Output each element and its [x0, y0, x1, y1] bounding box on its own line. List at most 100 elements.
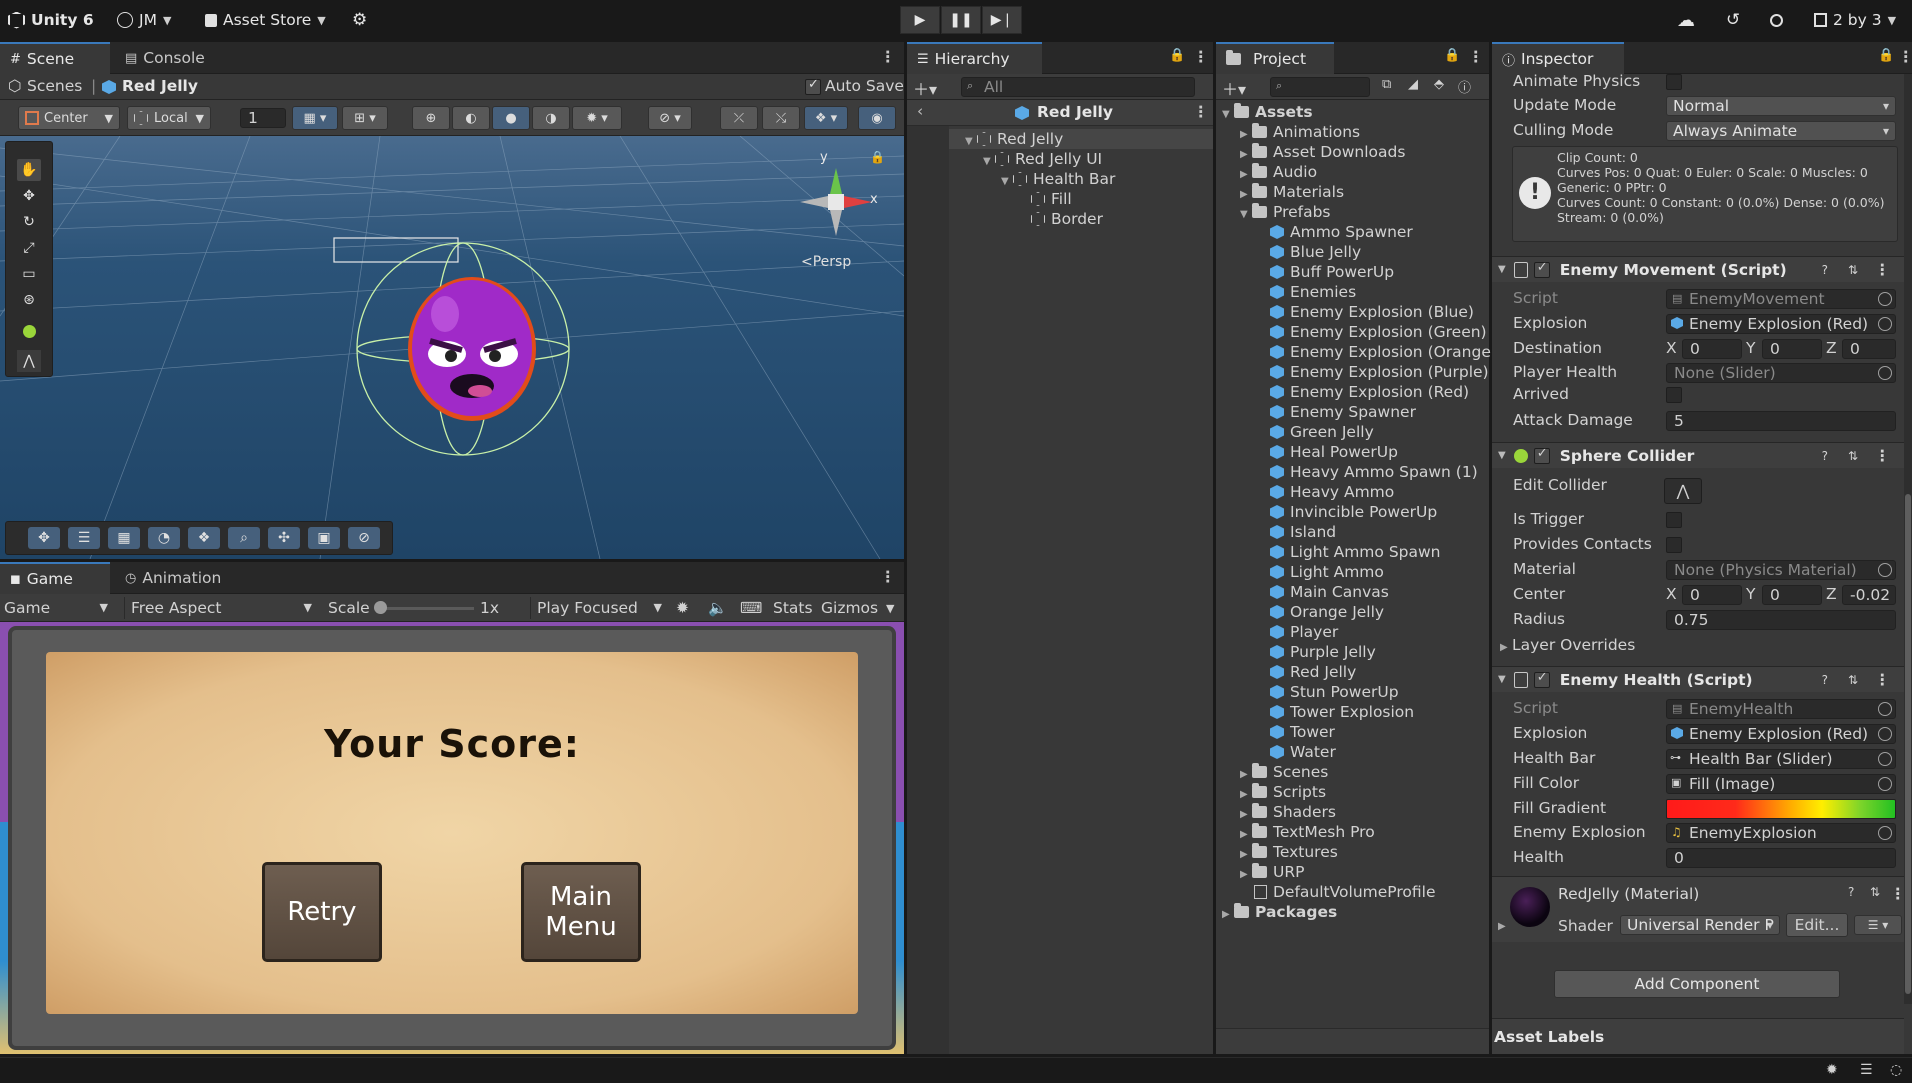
tab-inspector[interactable]: ⓘ Inspector: [1492, 42, 1624, 74]
explosion-field[interactable]: Enemy Explosion (Red): [1666, 724, 1896, 744]
move-handle-icon[interactable]: ✥: [28, 527, 60, 549]
hierarchy-item[interactable]: Border: [1031, 209, 1103, 229]
tag-icon[interactable]: ⬘: [1434, 77, 1444, 92]
material-field[interactable]: None (Physics Material): [1666, 560, 1896, 580]
prefab-item[interactable]: Player: [1270, 622, 1338, 642]
hierarchy-item[interactable]: Fill: [1031, 189, 1072, 209]
enemy-movement-header[interactable]: ▼ ✓ Enemy Movement (Script) ? ⇅ ⋮: [1492, 256, 1904, 282]
prefab-item[interactable]: Blue Jelly: [1270, 242, 1361, 262]
project-folder[interactable]: ▶ Textures: [1240, 842, 1338, 862]
more-icon[interactable]: ⋮: [1875, 447, 1891, 465]
breadcrumb-root[interactable]: Scenes: [27, 77, 82, 95]
animate-physics-checkbox[interactable]: [1666, 74, 1682, 90]
provides-contacts-checkbox[interactable]: [1666, 537, 1682, 553]
enabled-checkbox[interactable]: ✓: [1533, 260, 1550, 278]
tab-console[interactable]: ▤ Console: [115, 42, 215, 74]
debug-icon[interactable]: ✹: [1826, 1062, 1838, 1078]
unity-logo-menu[interactable]: Unity 6: [8, 8, 94, 32]
prefab-item[interactable]: Main Canvas: [1270, 582, 1389, 602]
mute-audio-icon[interactable]: 🔈: [708, 597, 727, 619]
project-folder[interactable]: ▶ Scripts: [1240, 782, 1326, 802]
project-folder-prefabs[interactable]: ▼ Prefabs: [1240, 202, 1331, 222]
tab-animation[interactable]: ◷ Animation: [115, 562, 235, 594]
enabled-checkbox[interactable]: ✓: [1533, 446, 1550, 464]
prefab-item[interactable]: Heavy Ammo: [1270, 482, 1394, 502]
is-trigger-checkbox[interactable]: [1666, 512, 1682, 528]
prefab-item[interactable]: Water: [1270, 742, 1336, 762]
prefab-item[interactable]: Orange Jelly: [1270, 602, 1384, 622]
prefab-item[interactable]: Island: [1270, 522, 1336, 542]
hand-tool-icon[interactable]: ✋: [17, 159, 41, 181]
edit-collider-button[interactable]: ⋀: [1664, 478, 1702, 504]
prefab-item[interactable]: Red Jelly: [1270, 662, 1356, 682]
destination-x[interactable]: 0: [1682, 339, 1742, 359]
zoom-icon[interactable]: ⌕: [228, 527, 260, 549]
search-button[interactable]: [1770, 8, 1783, 32]
history-button[interactable]: ↺: [1726, 8, 1740, 32]
object-picker-icon[interactable]: [1878, 563, 1892, 577]
tab-project[interactable]: Project: [1216, 42, 1334, 74]
add-icon[interactable]: ＋▾: [1222, 76, 1246, 100]
preset-icon[interactable]: ⇅: [1848, 263, 1858, 277]
prefab-item[interactable]: Heavy Ammo Spawn (1): [1270, 462, 1478, 482]
attack-damage-field[interactable]: 5: [1666, 411, 1896, 431]
prefab-item[interactable]: Light Ammo Spawn: [1270, 542, 1441, 562]
project-folder[interactable]: ▶ Materials: [1240, 182, 1344, 202]
scale-slider[interactable]: [376, 607, 474, 610]
lock-icon[interactable]: 🔒: [1444, 48, 1460, 63]
shader-dropdown[interactable]: Universal Render P: [1620, 915, 1780, 935]
health-field[interactable]: 0: [1666, 848, 1896, 868]
more-icon[interactable]: ⋮: [1890, 885, 1906, 903]
enabled-checkbox[interactable]: ✓: [1533, 670, 1550, 688]
scene-visibility-dropdown[interactable]: ⊘ ▾: [648, 106, 692, 130]
object-picker-icon[interactable]: [1878, 317, 1892, 331]
aspect-dropdown[interactable]: Free Aspect ▼: [124, 597, 316, 619]
search-by-type-icon[interactable]: ⧉: [1382, 77, 1391, 92]
game-viewport[interactable]: Your Score: Retry Main Menu: [0, 622, 904, 1054]
prefab-item[interactable]: Enemy Explosion (Red): [1270, 382, 1469, 402]
help-icon[interactable]: ?: [1822, 263, 1828, 277]
prefab-item[interactable]: Invincible PowerUp: [1270, 502, 1437, 522]
hierarchy-search-input[interactable]: All: [961, 77, 1195, 97]
project-asset[interactable]: DefaultVolumeProfile: [1254, 882, 1435, 902]
more-icon[interactable]: ⋮: [1193, 48, 1208, 66]
preset-icon[interactable]: ⇅: [1848, 449, 1858, 463]
prefab-item[interactable]: Purple Jelly: [1270, 642, 1376, 662]
account-dropdown[interactable]: JM ▼: [117, 8, 171, 32]
object-picker-icon[interactable]: [1878, 366, 1892, 380]
layer-overrides-foldout[interactable]: ▶ Layer Overrides: [1500, 635, 1635, 655]
scrollbar-thumb[interactable]: [1905, 494, 1911, 994]
prefab-item[interactable]: Enemy Explosion (Purple): [1270, 362, 1489, 382]
scale-slider-handle[interactable]: [374, 601, 387, 614]
help-icon[interactable]: ?: [1822, 449, 1828, 463]
prefab-item[interactable]: Heal PowerUp: [1270, 442, 1398, 462]
fill-color-field[interactable]: Fill (Image): [1666, 774, 1896, 794]
scene-viewport[interactable]: y x 🔒 <Persp ✋ ✥ ↻ ⤢ ▭ ⊛ ⋀ ✥ ☰ ▦ ◔ ❖ ⌕ ✣…: [0, 136, 904, 559]
project-folder[interactable]: ▶ Animations: [1240, 122, 1360, 142]
lock-icon[interactable]: 🔒: [1878, 48, 1894, 63]
cloud-button[interactable]: ☁: [1677, 8, 1695, 32]
shader-options-dropdown[interactable]: ☰ ▾: [1854, 915, 1902, 935]
edit-collider-tool-icon[interactable]: ⋀: [17, 350, 41, 372]
center-z[interactable]: -0.02: [1842, 585, 1896, 605]
progress-icon[interactable]: ◌: [1890, 1062, 1902, 1078]
help-icon[interactable]: ?: [1822, 673, 1828, 687]
display-dropdown[interactable]: Game ▼: [4, 597, 112, 619]
pan-icon[interactable]: ✣: [268, 527, 300, 549]
more-icon[interactable]: ⋮: [880, 568, 895, 586]
retry-button[interactable]: Retry: [262, 862, 382, 962]
hierarchy-item[interactable]: ▼ Red Jelly: [965, 129, 1063, 149]
prefab-item[interactable]: Enemy Spawner: [1270, 402, 1416, 422]
prefab-item[interactable]: Tower Explosion: [1270, 702, 1414, 722]
preset-icon[interactable]: ⇅: [1870, 885, 1880, 899]
center-y[interactable]: 0: [1762, 585, 1822, 605]
rotate-tool-icon[interactable]: ↻: [17, 211, 41, 233]
prefab-item[interactable]: Stun PowerUp: [1270, 682, 1399, 702]
more-icon[interactable]: ⋮: [1875, 671, 1891, 689]
inspector-scrollbar[interactable]: [1904, 74, 1912, 1004]
enemy-explosion-field[interactable]: EnemyExplosion: [1666, 823, 1896, 843]
fill-gradient-field[interactable]: [1666, 799, 1896, 819]
object-picker-icon[interactable]: [1878, 826, 1892, 840]
auto-save-checkbox[interactable]: ✓: [805, 77, 821, 95]
orbit-icon[interactable]: ◔: [148, 527, 180, 549]
